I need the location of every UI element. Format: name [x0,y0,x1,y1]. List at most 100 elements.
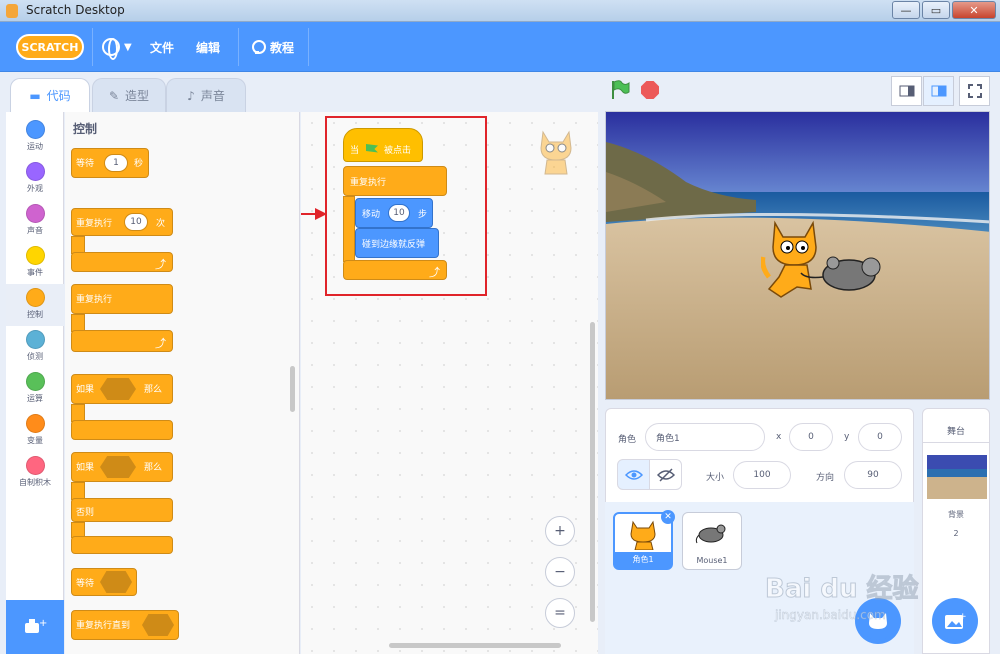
close-button[interactable]: ✕ [952,1,996,19]
move-label: 移动 [362,210,381,220]
category-dot [25,288,45,307]
block-if-else-then: 那么 [144,463,163,473]
tab-costumes[interactable]: ✎ 造型 [92,78,166,112]
block-wait-until[interactable]: 等待 [71,568,137,596]
delete-sprite-icon[interactable]: ✕ [661,510,675,524]
x-input[interactable]: 0 [789,423,833,451]
watermark-brand: Bai du 经验 [765,574,919,605]
block-wait-unit: 秒 [134,159,144,169]
block-move-steps[interactable]: 移动 10 步 [355,198,433,228]
category-my-blocks[interactable]: 自制积木 [6,452,64,494]
category-looks[interactable]: 外观 [6,158,64,200]
category-events[interactable]: 事件 [6,242,64,284]
sprite-tile[interactable]: ✕ 角色1 [613,510,675,570]
palette-scrollbar[interactable] [290,366,295,412]
y-input[interactable]: 0 [858,423,902,451]
block-else: 否则 [71,498,173,522]
block-if-then[interactable]: 如果 那么 [71,374,173,404]
app-icon [6,4,18,18]
condition-slot[interactable] [100,378,136,400]
category-sound[interactable]: 声音 [6,200,64,242]
stop-button[interactable] [641,81,659,99]
block-forever[interactable]: 重复执行 [71,284,173,314]
backdrop-thumbnail [927,455,987,499]
scratch-logo[interactable]: SCRATCH [16,34,84,60]
block-if-else-foot [71,536,173,554]
direction-input[interactable]: 90 [844,461,902,489]
tab-sounds[interactable]: ♪ 声音 [166,78,246,112]
category-sensing[interactable]: 侦测 [6,326,64,368]
edit-menu[interactable]: 编辑 [196,32,220,62]
fullscreen-button[interactable] [959,76,990,106]
speaker-icon: ♪ [187,88,195,103]
block-when-flag-clicked[interactable]: 当 被点击 [343,128,423,162]
palette-title: 控制 [73,122,98,136]
loop-arrow-icon: ⤴ [155,258,166,271]
globe-icon [102,38,120,60]
block-repeat-unit: 次 [156,219,166,229]
stage-canvas[interactable] [605,111,990,400]
condition-slot[interactable] [142,614,174,636]
block-forever-label: 重复执行 [76,295,113,305]
current-sprite-cat-icon [540,130,572,175]
category-dot [25,330,45,349]
green-flag-button[interactable] [610,80,630,100]
pointer-arrow [301,208,327,220]
y-label: y [844,432,850,442]
category-label: 自制积木 [19,478,51,487]
menu-divider [308,28,309,66]
file-menu[interactable]: 文件 [150,32,174,62]
category-operators[interactable]: 运算 [6,368,64,410]
category-variables[interactable]: 变量 [6,410,64,452]
minimize-button[interactable]: — [892,1,920,19]
block-wait[interactable]: 等待 1 秒 [71,148,149,178]
category-motion[interactable]: 运动 [6,116,64,158]
x-label: x [776,432,782,442]
block-forever-script[interactable]: 重复执行 [343,166,447,196]
sprite-tile-name: 角色1 [615,552,671,568]
tutorials-menu[interactable]: 教程 [250,32,294,62]
wait-seconds-input[interactable]: 1 [104,154,128,172]
small-stage-button[interactable] [891,76,922,106]
workspace-vertical-scrollbar[interactable] [590,322,595,622]
block-if-else-label: 如果 [76,463,95,473]
block-repeat-until[interactable]: 重复执行直到 [71,610,179,640]
backdrop-count: 2 [953,529,959,538]
move-steps-input[interactable]: 10 [388,204,410,222]
script-workspace[interactable]: 当 被点击 重复执行 移动 10 步 碰到边缘就反弹 ⤴ + − = [301,112,598,654]
language-menu[interactable]: ▼ [102,32,132,62]
sprite-name-input[interactable]: 角色1 [645,423,765,451]
watermark-url: jingyan.baidu.com [775,608,886,623]
repeat-count-input[interactable]: 10 [124,213,148,231]
tab-code[interactable]: ▬ 代码 [10,78,90,112]
lightbulb-icon [250,39,266,55]
category-label: 运动 [27,142,43,151]
block-bounce-on-edge[interactable]: 碰到边缘就反弹 [355,228,439,258]
block-repeat[interactable]: 重复执行 10 次 [71,208,173,236]
zoom-reset-button[interactable]: = [545,598,575,628]
add-extension-button[interactable]: + [6,600,64,654]
green-flag-icon [366,144,378,153]
category-label: 事件 [27,268,43,277]
size-input[interactable]: 100 [733,461,791,489]
show-sprite-button[interactable] [617,459,650,490]
block-repeat-until-label: 重复执行直到 [76,621,131,631]
hat-suffix: 被点击 [384,146,412,156]
condition-slot[interactable] [100,456,136,478]
sprite-tile[interactable]: Mouse1 [682,512,742,570]
category-label: 控制 [27,310,43,319]
eye-hidden-icon [656,467,675,482]
zoom-in-button[interactable]: + [545,516,575,546]
chevron-down-icon: ▼ [124,41,132,53]
maximize-button[interactable]: ▭ [922,1,950,19]
workspace-horizontal-scrollbar[interactable] [389,643,561,648]
category-control[interactable]: 控制 [6,284,64,326]
large-stage-button[interactable] [923,76,954,106]
small-stage-icon [899,85,914,97]
hide-sprite-button[interactable] [649,459,682,490]
block-if-else[interactable]: 如果 那么 [71,452,173,482]
category-label: 侦测 [27,352,43,361]
zoom-out-button[interactable]: − [545,557,575,587]
condition-slot[interactable] [100,571,132,593]
script-forever-foot: ⤴ [343,260,447,280]
